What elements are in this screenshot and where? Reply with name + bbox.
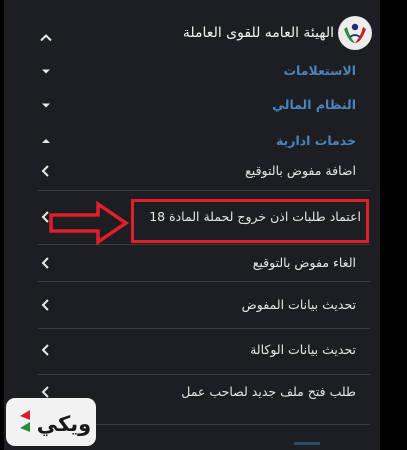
menu-item-label: تحديث بيانات الوكالة [250, 342, 356, 357]
chevron-up-icon[interactable] [36, 131, 56, 151]
menu-item-label: تحديث بيانات المفوض [241, 297, 356, 312]
chevron-down-icon[interactable] [36, 61, 56, 81]
divider [38, 190, 370, 191]
watermark-text: ويكي [37, 412, 91, 436]
highlight-box [131, 199, 369, 243]
menu-item-label: طلب فتح ملف جديد لصاحب عمل [181, 384, 356, 399]
divider [38, 281, 370, 282]
chevron-left-icon [36, 253, 56, 273]
org-emblem-icon [338, 16, 372, 50]
menu-header[interactable]: الهيئة العامه للقوى العاملة [4, 6, 380, 58]
chevron-left-icon [36, 161, 56, 181]
section-label: خدمات ادارية [275, 133, 356, 148]
header-title: الهيئة العامه للقوى العاملة [182, 25, 334, 41]
chevron-down-icon[interactable] [36, 95, 56, 115]
chevron-left-icon [36, 295, 56, 315]
menu-item-label: الغاء مفوض بالتوقيع [252, 255, 356, 270]
chevron-left-icon [36, 340, 56, 360]
menu-item-label: اضافة مفوض بالتوقيع [245, 163, 356, 178]
watermark-logo-icon: ويكي [9, 401, 93, 443]
chevron-up-icon[interactable] [36, 28, 56, 48]
red-arrow-icon [49, 200, 130, 246]
divider [38, 374, 370, 375]
right-edge-strip [380, 0, 407, 450]
next-section-hint [294, 442, 320, 445]
section-label: الاستعلامات [283, 63, 356, 78]
section-label: النظام المالي [272, 97, 356, 112]
divider [38, 328, 370, 329]
watermark-logo: ويكي [6, 398, 96, 446]
